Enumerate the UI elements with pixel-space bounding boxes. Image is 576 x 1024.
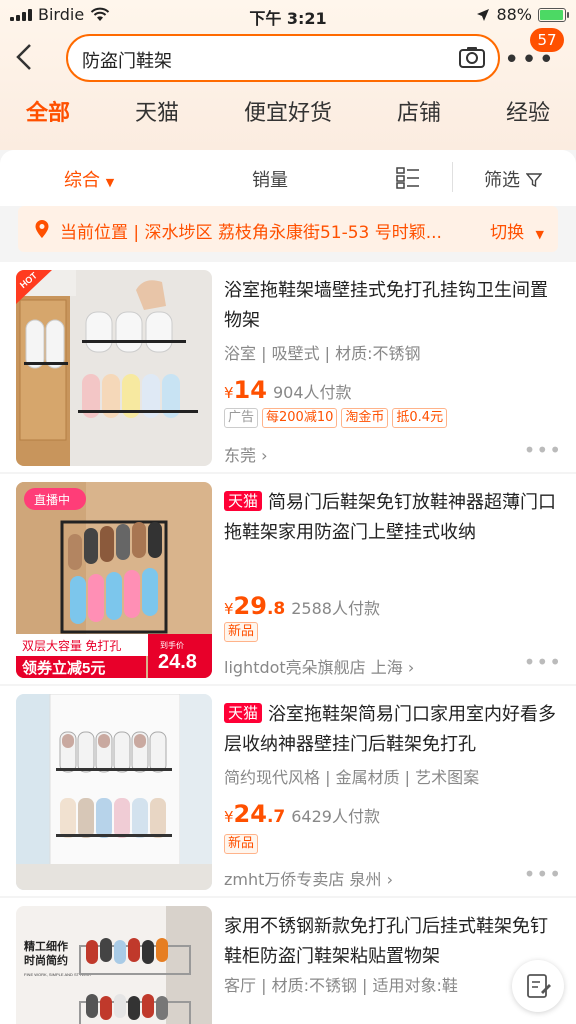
caret-down-icon: ▼ — [105, 176, 115, 189]
promo-tags: 新品 — [224, 834, 259, 854]
search-input[interactable]: 防盗门鞋架 — [66, 34, 500, 82]
product-attributes: 客厅 | 材质:不锈钢 | 适用对象:鞋 — [224, 976, 458, 995]
sort-sales[interactable]: 销量 — [252, 166, 288, 192]
tab-all[interactable]: 全部 — [26, 92, 70, 138]
switch-location-button[interactable]: 切换 ▼ — [490, 218, 544, 243]
product-image[interactable]: 直播中 双层大容量 免打孔 领券立减5元 到手价 24.8 — [16, 482, 212, 678]
battery-percent: 88% — [496, 5, 532, 24]
product-attributes: 浴室 | 吸壁式 | 材质:不锈钢 — [224, 344, 421, 363]
sort-comprehensive[interactable]: 综合 ▼ — [64, 166, 114, 192]
list-item[interactable]: 精工细作 时尚简约 FINE WORK, SIMPLE AND STYLISH — [0, 898, 576, 1024]
thumb-text-2: 时尚简约 — [24, 953, 68, 967]
filter-button[interactable]: 筛选 — [484, 166, 543, 192]
tab-bargain[interactable]: 便宜好货 — [244, 92, 332, 138]
product-title[interactable]: 浴室拖鞋架墙壁挂式免打孔挂钩卫生间置物架 — [224, 276, 562, 336]
promo-tags: 新品 — [224, 622, 259, 642]
product-price: ¥29.8 2588人付款 — [224, 592, 380, 620]
notification-badge: 57 — [530, 28, 564, 52]
location-pin-icon — [35, 220, 49, 238]
thumb-price: 24.8 — [158, 651, 197, 673]
more-menu-button[interactable]: ••• — [504, 47, 556, 73]
product-title[interactable]: 天猫 简易门后鞋架免钉放鞋神器超薄门口拖鞋架家用防盗门上壁挂式收纳 — [224, 488, 562, 548]
product-image[interactable] — [16, 694, 212, 890]
tmall-badge: 天猫 — [224, 703, 263, 723]
thumb-text-1: 精工细作 — [24, 939, 68, 953]
new-tag: 新品 — [224, 622, 259, 642]
location-arrow-icon — [477, 8, 490, 21]
search-query: 防盗门鞋架 — [82, 51, 172, 72]
current-location: 当前位置 | 深水埗区 荔枝角永康街51-53 号时颖... — [60, 223, 442, 243]
tmall-badge: 天猫 — [224, 491, 263, 511]
thumb-price-label: 到手价 — [160, 640, 184, 650]
feedback-button[interactable] — [512, 960, 564, 1012]
list-view-icon[interactable] — [396, 167, 420, 189]
tab-shops[interactable]: 店铺 — [397, 92, 441, 138]
product-image[interactable]: HOT — [16, 270, 212, 466]
shop-location[interactable]: 东莞 › — [224, 442, 268, 466]
filter-icon — [525, 173, 543, 188]
live-badge: 直播中 — [34, 492, 70, 507]
ad-tag: 广告 — [224, 408, 259, 428]
promo-tag: 每200减10 — [262, 408, 338, 428]
camera-icon[interactable] — [458, 45, 486, 69]
promo-tag: 淘金币 — [341, 408, 389, 428]
product-image[interactable]: 精工细作 时尚简约 FINE WORK, SIMPLE AND STYLISH — [16, 906, 212, 1024]
thumb-banner-2: 领券立减5元 — [21, 659, 105, 677]
location-bar[interactable]: 当前位置 | 深水埗区 荔枝角永康街51-53 号时颖... 切换 ▼ — [18, 206, 558, 252]
list-item[interactable]: 天猫 浴室拖鞋架简易门口家用室内好看多层收纳神器壁挂门后鞋架免打孔 简约现代风格 … — [0, 686, 576, 896]
shop-location[interactable]: zmht万侨专卖店 泉州 › — [224, 866, 393, 890]
new-tag: 新品 — [224, 834, 259, 854]
product-price: ¥14 904人付款 — [224, 376, 352, 404]
product-title[interactable]: 天猫 浴室拖鞋架简易门口家用室内好看多层收纳神器壁挂门后鞋架免打孔 — [224, 700, 562, 760]
tab-experience[interactable]: 经验 — [506, 92, 550, 138]
sort-bar: 综合 ▼ 销量 筛选 — [0, 150, 576, 206]
status-bar: Birdie 下午 3:21 88% — [0, 0, 576, 30]
chevron-left-icon — [16, 44, 31, 70]
divider — [452, 162, 453, 192]
sold-count: 2588人付款 — [291, 599, 380, 618]
list-item[interactable]: 直播中 双层大容量 免打孔 领券立减5元 到手价 24.8 天猫 简易门后鞋架免钉… — [0, 474, 576, 684]
shop-location[interactable]: lightdot亮朵旗舰店 上海 › — [224, 654, 414, 678]
promo-tag: 抵0.4元 — [392, 408, 448, 428]
search-row: 防盗门鞋架 ••• 57 — [0, 28, 576, 88]
list-item[interactable]: HOT 浴室拖鞋架墙壁挂式免打孔挂钩卫生间置物架 浴室 | 吸壁式 | 材质:不… — [0, 262, 576, 472]
more-options-icon[interactable]: ••• — [524, 438, 562, 462]
search-tabs: 全部 天猫 便宜好货 店铺 经验 — [0, 92, 576, 138]
battery-icon — [538, 7, 569, 22]
tab-tmall[interactable]: 天猫 — [135, 92, 179, 138]
promo-tags: 广告 每200减10 淘金币 抵0.4元 — [224, 408, 448, 428]
edit-note-icon — [527, 974, 551, 998]
thumb-banner-1: 双层大容量 免打孔 — [22, 638, 121, 653]
caret-down-icon: ▼ — [535, 228, 544, 241]
product-price: ¥24.7 6429人付款 — [224, 800, 380, 828]
sold-count: 904人付款 — [272, 383, 352, 402]
sold-count: 6429人付款 — [291, 807, 380, 826]
back-button[interactable] — [14, 42, 44, 76]
more-options-icon[interactable]: ••• — [524, 650, 562, 674]
product-attributes: 简约现代风格 | 金属材质 | 艺术图案 — [224, 768, 480, 787]
more-options-icon[interactable]: ••• — [524, 862, 562, 886]
